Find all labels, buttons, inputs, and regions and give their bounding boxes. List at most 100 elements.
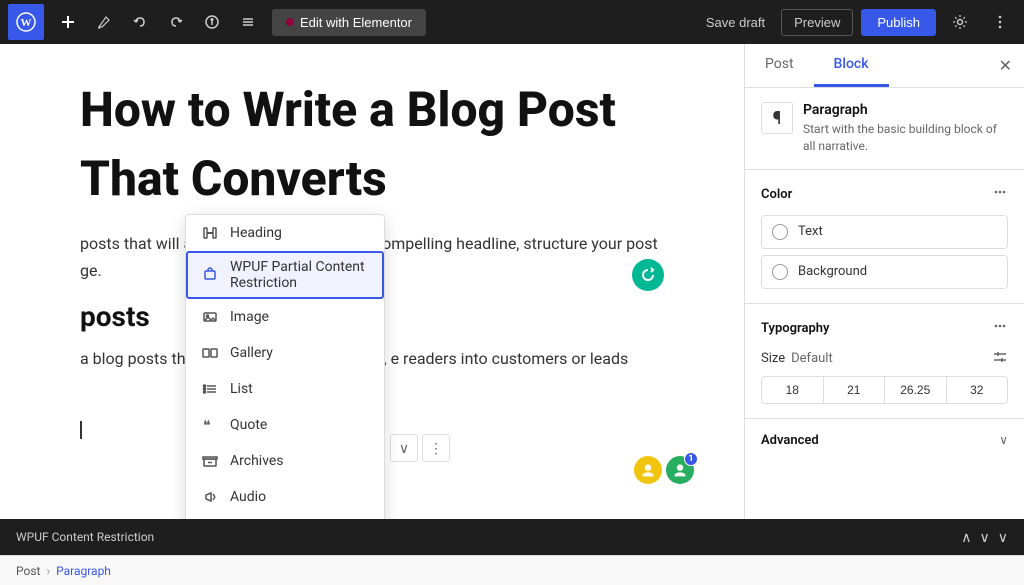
block-menu-item-wpuf[interactable]: WPUF Partial Content Restriction bbox=[186, 251, 384, 299]
save-draft-button[interactable]: Save draft bbox=[698, 9, 773, 36]
image-icon bbox=[200, 307, 220, 327]
block-menu-item-quote[interactable]: ❝ Quote bbox=[186, 407, 384, 443]
elementor-btn-label: Edit with Elementor bbox=[300, 15, 412, 30]
top-toolbar: W Edit with Elementor Save draft Preview… bbox=[0, 0, 1024, 44]
more-options-button[interactable] bbox=[984, 6, 1016, 38]
add-block-button[interactable] bbox=[52, 6, 84, 38]
block-menu-item-buttons[interactable]: Buttons bbox=[186, 515, 384, 519]
heading-label: Heading bbox=[230, 225, 282, 241]
breadcrumb-paragraph[interactable]: Paragraph bbox=[56, 564, 111, 578]
block-options-button[interactable]: ⋮ bbox=[422, 434, 450, 462]
wp-logo[interactable]: W bbox=[8, 4, 44, 40]
typography-section-header: Typography bbox=[761, 318, 1008, 339]
size-btn-2625[interactable]: 26.25 bbox=[885, 377, 947, 403]
typography-section-title: Typography bbox=[761, 321, 830, 336]
nav-down-button[interactable]: ∨ bbox=[980, 529, 990, 546]
block-info: ¶ Paragraph Start with the basic buildin… bbox=[745, 88, 1024, 170]
quote-icon: ❝ bbox=[200, 415, 220, 435]
color-option-text[interactable]: Text bbox=[761, 215, 1008, 249]
avatar-user-2: 1 bbox=[666, 456, 694, 484]
color-section-header: Color bbox=[761, 184, 1008, 205]
gallery-icon bbox=[200, 343, 220, 363]
color-section: Color Text Background bbox=[745, 170, 1024, 304]
breadcrumb-post[interactable]: Post bbox=[16, 564, 40, 578]
archives-label: Archives bbox=[230, 453, 284, 469]
paragraph-block-icon: ¶ bbox=[761, 102, 793, 134]
avatar-user-1 bbox=[634, 456, 662, 484]
size-btn-21[interactable]: 21 bbox=[824, 377, 886, 403]
bottom-bar-right: ∧ ∨ ∨ bbox=[961, 529, 1008, 546]
advanced-title: Advanced bbox=[761, 433, 819, 448]
block-menu-item-audio[interactable]: Audio bbox=[186, 479, 384, 515]
collaborator-avatars: 1 bbox=[634, 456, 694, 484]
bottom-info-text: WPUF Content Restriction bbox=[16, 530, 154, 544]
wpuf-icon bbox=[200, 265, 220, 285]
color-more-button[interactable] bbox=[992, 184, 1008, 205]
move-down-button[interactable]: ∨ bbox=[390, 434, 418, 462]
color-text-label: Text bbox=[798, 224, 823, 239]
breadcrumb-bar: Post › Paragraph bbox=[0, 555, 1024, 585]
size-value: Default bbox=[791, 351, 986, 366]
info-button[interactable] bbox=[196, 6, 228, 38]
audio-icon bbox=[200, 487, 220, 507]
tab-post[interactable]: Post bbox=[745, 44, 814, 87]
block-inline-controls: ∨ ⋮ bbox=[390, 434, 450, 462]
list-label: List bbox=[230, 381, 253, 397]
advanced-header[interactable]: Advanced ∨ bbox=[761, 433, 1008, 448]
block-desc: Start with the basic building block of a… bbox=[803, 121, 1008, 155]
wpuf-label: WPUF Partial Content Restriction bbox=[230, 259, 370, 291]
bottom-bar-left: WPUF Content Restriction bbox=[16, 530, 154, 544]
post-title-line1: How to Write a Blog Post bbox=[80, 84, 664, 137]
preview-button[interactable]: Preview bbox=[781, 9, 853, 36]
chevron-down-icon: ∨ bbox=[999, 433, 1008, 447]
block-info-text: Paragraph Start with the basic building … bbox=[803, 102, 1008, 155]
typography-size-row: Size Default bbox=[761, 349, 1008, 368]
block-menu-item-heading[interactable]: Heading bbox=[186, 215, 384, 251]
post-title-line2: That Converts bbox=[80, 153, 664, 206]
size-btn-18[interactable]: 18 bbox=[762, 377, 824, 403]
archives-icon bbox=[200, 451, 220, 471]
list-view-button[interactable] bbox=[232, 6, 264, 38]
nav-more-button[interactable]: ∨ bbox=[998, 529, 1008, 546]
color-section-title: Color bbox=[761, 187, 792, 202]
size-buttons-group: 18 21 26.25 32 bbox=[761, 376, 1008, 404]
svg-text:❝: ❝ bbox=[203, 419, 211, 433]
advanced-section: Advanced ∨ bbox=[745, 419, 1024, 462]
publish-button[interactable]: Publish bbox=[861, 9, 936, 36]
text-cursor bbox=[80, 421, 82, 439]
block-menu-item-archives[interactable]: Archives bbox=[186, 443, 384, 479]
color-radio-background bbox=[772, 264, 788, 280]
undo-button[interactable] bbox=[124, 6, 156, 38]
redo-button[interactable] bbox=[160, 6, 192, 38]
sidebar-close-button[interactable]: ✕ bbox=[999, 56, 1012, 76]
editor-area[interactable]: How to Write a Blog Post That Converts H… bbox=[0, 44, 744, 519]
list-icon bbox=[200, 379, 220, 399]
block-menu-item-image[interactable]: Image bbox=[186, 299, 384, 335]
typography-section: Typography Size Default 18 21 26.25 32 bbox=[745, 304, 1024, 419]
main-layout: How to Write a Blog Post That Converts H… bbox=[0, 44, 1024, 519]
edit-with-elementor-button[interactable]: Edit with Elementor bbox=[272, 9, 426, 36]
size-btn-32[interactable]: 32 bbox=[947, 377, 1008, 403]
color-radio-inner-background bbox=[776, 268, 784, 276]
size-settings-button[interactable] bbox=[992, 349, 1008, 368]
elementor-dot bbox=[286, 18, 294, 26]
sidebar-header: Post Block ✕ bbox=[745, 44, 1024, 88]
block-menu-item-list[interactable]: List bbox=[186, 371, 384, 407]
green-refresh-icon[interactable] bbox=[632, 259, 664, 291]
bottom-bar: WPUF Content Restriction ∧ ∨ ∨ bbox=[0, 519, 1024, 555]
color-radio-text bbox=[772, 224, 788, 240]
audio-label: Audio bbox=[230, 489, 266, 505]
brush-button[interactable] bbox=[88, 6, 120, 38]
color-option-background[interactable]: Background bbox=[761, 255, 1008, 289]
color-options: Text Background bbox=[761, 215, 1008, 289]
quote-label: Quote bbox=[230, 417, 267, 433]
toolbar-right: Save draft Preview Publish bbox=[698, 6, 1016, 38]
tab-block[interactable]: Block bbox=[814, 44, 889, 87]
block-name: Paragraph bbox=[803, 102, 1008, 118]
nav-up-button[interactable]: ∧ bbox=[961, 529, 971, 546]
block-menu-item-gallery[interactable]: Gallery bbox=[186, 335, 384, 371]
settings-button[interactable] bbox=[944, 6, 976, 38]
typography-more-button[interactable] bbox=[992, 318, 1008, 339]
color-background-label: Background bbox=[798, 264, 867, 279]
breadcrumb-separator: › bbox=[46, 564, 50, 578]
